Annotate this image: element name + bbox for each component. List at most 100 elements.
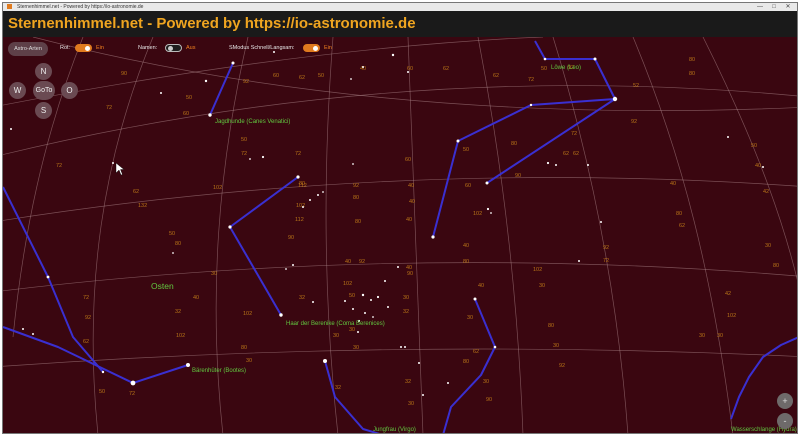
grid-number: 40 (755, 163, 761, 169)
goto-button[interactable]: GoTo (33, 81, 55, 100)
grid-number: 50 (349, 293, 355, 299)
grid-number: 32 (403, 309, 409, 315)
grid-number: 102 (343, 281, 352, 287)
grid-number: 72 (528, 77, 534, 83)
grid-number: 40 (463, 243, 469, 249)
grid-number: 62 (493, 73, 499, 79)
grid-number: 102 (176, 333, 185, 339)
grid-number: 32 (335, 385, 341, 391)
grid-number: 80 (463, 359, 469, 365)
zoom-out-button[interactable]: - (777, 413, 793, 429)
grid-number: 92 (359, 259, 365, 265)
grid-number: 40 (478, 283, 484, 289)
grid-number: 30 (333, 333, 339, 339)
grid-number: 30 (717, 333, 723, 339)
grid-number: 30 (467, 315, 473, 321)
nav-south-button[interactable]: S (35, 102, 52, 119)
zoom-in-button[interactable]: + (777, 393, 793, 409)
star-map[interactable]: 90 72 50 60 92 60 62 50 40 60 62 62 72 50 92 52 80 80 92 72… (3, 37, 798, 434)
grid-number: 80 (689, 71, 695, 77)
grid-number: 62 (563, 151, 569, 157)
grid-number: 80 (689, 57, 695, 63)
grid-number: 90 (407, 271, 413, 277)
grid-number: 40 (406, 217, 412, 223)
grid-number: 30 (246, 358, 252, 364)
grid-number: 62 (473, 349, 479, 355)
grid-number: 90 (288, 235, 294, 241)
grid-number: 112 (295, 217, 304, 223)
astro-arten-button[interactable]: Astro-Arten (8, 42, 48, 56)
grid-number: 50 (751, 143, 757, 149)
grid-number: 30 (349, 327, 355, 333)
grid-number: 112 (298, 183, 307, 189)
grid-number: 80 (355, 219, 361, 225)
grid-number: 80 (773, 263, 779, 269)
toggle-knob (85, 45, 90, 51)
grid-number: 72 (603, 258, 609, 264)
grid-number: 50 (318, 73, 324, 79)
grid-number: 102 (213, 185, 222, 191)
label-virgo: Jungfrau (Virgo) (373, 427, 416, 433)
grid-number: 50 (169, 231, 175, 237)
nav-east-button[interactable]: O (61, 82, 78, 99)
close-button[interactable]: ✕ (783, 3, 793, 11)
minimize-button[interactable]: — (755, 3, 765, 11)
grid-number: 102 (296, 203, 305, 209)
nav-west-button[interactable]: W (9, 82, 26, 99)
grid-number: 72 (106, 105, 112, 111)
app-header: Sternenhimmel.net - Powered by https://i… (3, 11, 797, 37)
grid-number: 80 (175, 241, 181, 247)
grid-number: 80 (676, 211, 682, 217)
grid-number: 40 (670, 181, 676, 187)
grid-number: 32 (175, 309, 181, 315)
rot-state: Ein (96, 45, 104, 51)
grid-number: 30 (408, 401, 414, 407)
rot-toggle[interactable] (75, 44, 92, 52)
grid-number: 30 (403, 295, 409, 301)
modus-state: Ein (324, 45, 332, 51)
grid-number: 102 (243, 311, 252, 317)
window-titlebar: Sternenhimmel.net - Powered by https://i… (3, 3, 797, 11)
grid-number: 32 (299, 295, 305, 301)
toggle-knob (167, 45, 173, 51)
grid-number: 62 (83, 339, 89, 345)
grid-number: 50 (99, 389, 105, 395)
grid-number: 60 (465, 183, 471, 189)
grid-number: 72 (83, 295, 89, 301)
grid-number: 92 (631, 119, 637, 125)
page-title: Sternenhimmel.net - Powered by https://i… (8, 15, 416, 32)
grid-number: 30 (699, 333, 705, 339)
grid-number: 30 (765, 243, 771, 249)
sky-canvas[interactable]: 90 72 50 60 92 60 62 50 40 60 62 62 72 50 92 52 80 80 92 72… (3, 37, 798, 434)
grid-number: 32 (405, 379, 411, 385)
grid-number: 80 (463, 259, 469, 265)
toggle-knob (313, 45, 318, 51)
grid-number: 102 (727, 313, 736, 319)
window-title: Sternenhimmel.net - Powered by https://i… (17, 4, 144, 10)
grid-number: 72 (241, 151, 247, 157)
grid-number: 92 (85, 315, 91, 321)
modus-toggle[interactable] (303, 44, 320, 52)
maximize-button[interactable]: □ (769, 3, 779, 11)
grid-number: 42 (725, 291, 731, 297)
grid-number: 72 (571, 131, 577, 137)
grid-number: 40 (409, 199, 415, 205)
grid-number: 40 (408, 183, 414, 189)
label-canes-venatici: Jagdhunde (Canes Venatici) (215, 119, 290, 125)
namen-toggle[interactable] (165, 44, 182, 52)
grid-number: 62 (299, 75, 305, 81)
grid-number: 62 (133, 189, 139, 195)
grid-number: 60 (273, 73, 279, 79)
grid-number: 80 (548, 323, 554, 329)
grid-number: 80 (241, 345, 247, 351)
grid-number: 102 (473, 211, 482, 217)
nav-north-button[interactable]: N (35, 63, 52, 80)
grid-number: 50 (241, 137, 247, 143)
grid-number: 60 (183, 111, 189, 117)
grid-number: 50 (541, 66, 547, 72)
grid-number: 62 (679, 223, 685, 229)
app-window: Sternenhimmel.net - Powered by https://i… (2, 2, 798, 434)
grid-number: 30 (353, 345, 359, 351)
grid-number: 30 (483, 379, 489, 385)
grid-number: 72 (129, 391, 135, 397)
